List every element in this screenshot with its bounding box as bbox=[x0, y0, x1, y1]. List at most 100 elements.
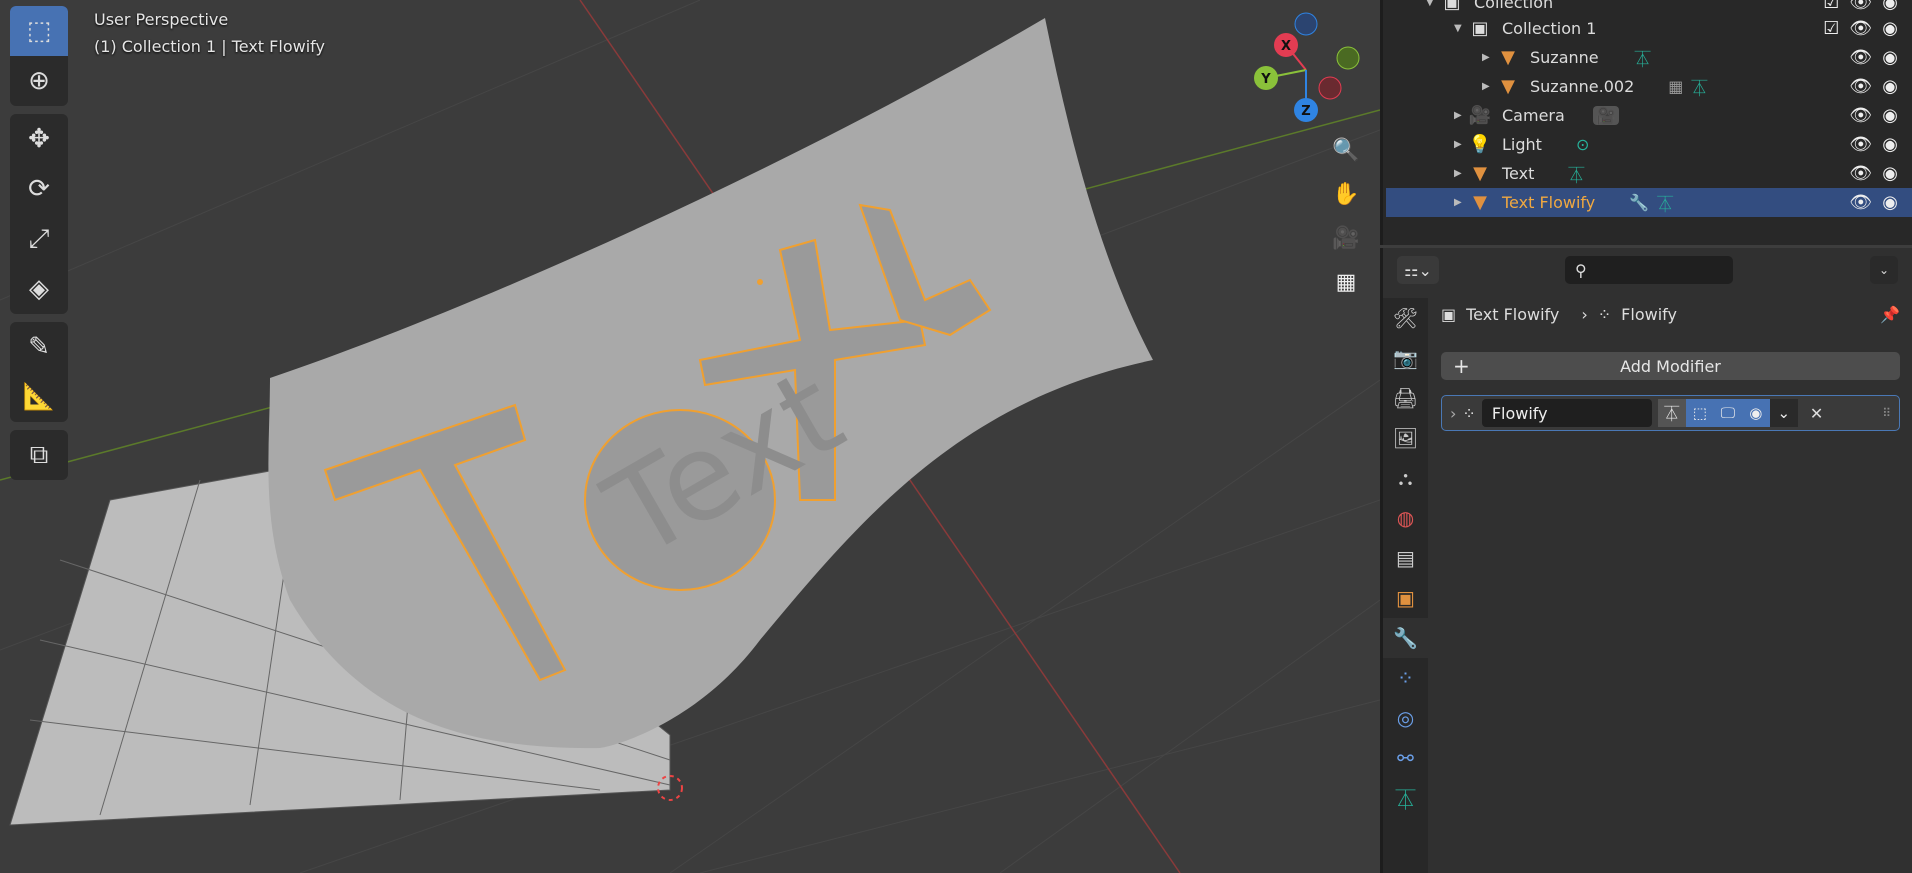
3d-viewport[interactable]: Text User Perspective (1) Collection 1 |… bbox=[0, 0, 1380, 873]
tab-output[interactable]: 🖨 bbox=[1383, 378, 1428, 418]
render-icon: 📷 bbox=[1393, 346, 1418, 370]
chevron-right-icon: › bbox=[1581, 304, 1588, 324]
mesh-data-icon[interactable]: ⏄ bbox=[1691, 75, 1707, 99]
outliner-row-collection-1[interactable]: ▼ ▣ Collection 1 ☑ 👁 ◉ bbox=[1386, 14, 1912, 43]
tab-collection[interactable]: ▤ bbox=[1383, 538, 1428, 578]
eye-icon[interactable]: 👁 bbox=[1849, 47, 1872, 68]
modifiers-icon[interactable]: ▦ bbox=[1668, 77, 1683, 96]
tab-physics[interactable]: ◎ bbox=[1383, 698, 1428, 738]
render-icon[interactable]: ◉ bbox=[1882, 192, 1898, 213]
eye-icon[interactable]: 👁 bbox=[1849, 76, 1872, 97]
mesh-data-icon[interactable]: ⏄ bbox=[1657, 191, 1673, 215]
render-icon[interactable]: ◉ bbox=[1882, 0, 1898, 13]
toggle-ortho-button[interactable]: ▦ bbox=[1326, 262, 1366, 302]
outliner-row-light[interactable]: ▶ 💡 Light ⊙ 👁 ◉ bbox=[1386, 130, 1912, 159]
camera-icon: 🎥 bbox=[1332, 225, 1360, 251]
render-icon[interactable]: ◉ bbox=[1882, 134, 1898, 155]
outliner-row-text[interactable]: ▶ ▼ Text ⏄ 👁 ◉ bbox=[1386, 159, 1912, 188]
cursor-tool[interactable]: ⊕ bbox=[10, 56, 68, 106]
move-tool[interactable]: ✥ bbox=[10, 114, 68, 164]
eye-icon[interactable]: 👁 bbox=[1849, 192, 1872, 213]
wrench-icon: 🔧 bbox=[1393, 626, 1418, 650]
constraint-icon: ⚯ bbox=[1397, 746, 1414, 770]
modifier-name-field[interactable]: Flowify bbox=[1481, 399, 1652, 427]
checkbox-icon[interactable]: ☑ bbox=[1823, 0, 1839, 13]
select-box-tool[interactable]: ⬚ bbox=[10, 6, 68, 56]
tab-render[interactable]: 📷 bbox=[1383, 338, 1428, 378]
tab-particles[interactable]: ⁘ bbox=[1383, 658, 1428, 698]
scale-icon: ⤢ bbox=[28, 223, 50, 254]
tab-tool[interactable]: 🛠 bbox=[1383, 298, 1428, 338]
editor-type-button[interactable]: ⚏⌄ bbox=[1397, 256, 1439, 284]
search-icon: ⚲ bbox=[1575, 260, 1587, 280]
render-icon[interactable]: ◉ bbox=[1882, 76, 1898, 97]
cube-add-icon: ⧉ bbox=[29, 439, 49, 470]
zoom-view-button[interactable]: 🔍 bbox=[1326, 130, 1366, 170]
add-modifier-button[interactable]: + Add Modifier bbox=[1441, 352, 1900, 380]
tab-world[interactable]: ◍ bbox=[1383, 498, 1428, 538]
render-icon[interactable]: ◉ bbox=[1882, 18, 1898, 39]
drag-handle-icon[interactable]: ⠿ bbox=[1882, 406, 1891, 420]
wrench-icon[interactable]: 🔧 bbox=[1629, 193, 1649, 212]
render-icon[interactable]: ◉ bbox=[1882, 105, 1898, 126]
row-label: Suzanne.002 bbox=[1530, 77, 1635, 96]
object-icon: ▣ bbox=[1396, 586, 1415, 610]
tab-view-layer[interactable]: 🖼 bbox=[1383, 418, 1428, 458]
checkbox-icon[interactable]: ☑ bbox=[1823, 18, 1839, 39]
camera-data-icon[interactable]: 🎥 bbox=[1592, 106, 1619, 125]
mesh-data-icon[interactable]: ⏄ bbox=[1635, 46, 1651, 70]
gizmo-y-label: Y bbox=[1260, 72, 1271, 87]
outliner-row-suzanne[interactable]: ▶ ▼ Suzanne ⏄ 👁 ◉ bbox=[1386, 43, 1912, 72]
outliner-row-suzanne-002[interactable]: ▶ ▼ Suzanne.002 ▦ ⏄ 👁 ◉ bbox=[1386, 72, 1912, 101]
navigation-gizmo[interactable]: X Y Z bbox=[1250, 10, 1360, 125]
physics-icon: ◎ bbox=[1396, 706, 1415, 730]
viewport-toggle[interactable]: 🖵 bbox=[1713, 399, 1742, 427]
tab-data[interactable]: ⏄ bbox=[1383, 778, 1428, 818]
transform-tool[interactable]: ◈ bbox=[10, 264, 68, 314]
printer-icon: 🖨 bbox=[1392, 386, 1419, 410]
pin-icon[interactable]: 📌 bbox=[1880, 305, 1900, 324]
scale-tool[interactable]: ⤢ bbox=[10, 214, 68, 264]
mesh-data-icon: ⏄ bbox=[1395, 787, 1416, 812]
view-perspective-label: User Perspective bbox=[94, 10, 229, 29]
eye-icon[interactable]: 👁 bbox=[1849, 134, 1872, 155]
properties-search-input[interactable]: ⚲ bbox=[1565, 256, 1733, 284]
modifier-menu-dropdown[interactable]: ⌄ bbox=[1769, 399, 1798, 427]
render-icon[interactable]: ◉ bbox=[1882, 163, 1898, 184]
eye-icon[interactable]: 👁 bbox=[1849, 0, 1872, 13]
mesh-data-icon[interactable]: ⏄ bbox=[1568, 162, 1584, 186]
camera-icon: ◉ bbox=[1749, 404, 1763, 422]
world-icon: ◍ bbox=[1396, 506, 1415, 530]
eye-icon[interactable]: 👁 bbox=[1849, 163, 1872, 184]
measure-tool[interactable]: 📐 bbox=[10, 372, 68, 422]
outliner-row-text-flowify[interactable]: ▶ ▼ Text Flowify 🔧 ⏄ 👁 ◉ bbox=[1386, 188, 1912, 217]
modifier-name: Flowify bbox=[1491, 403, 1548, 423]
tab-constraints[interactable]: ⚯ bbox=[1383, 738, 1428, 778]
options-dropdown[interactable]: ⌄ bbox=[1870, 256, 1898, 284]
camera-view-button[interactable]: 🎥 bbox=[1326, 218, 1366, 258]
tool-shelf: ⬚ ⊕ ✥ ⟳ ⤢ ◈ ✎ 📐 ⧉ bbox=[10, 6, 68, 488]
tab-modifiers[interactable]: 🔧 bbox=[1383, 618, 1428, 658]
zoom-icon: 🔍 bbox=[1332, 137, 1360, 163]
gizmo-x-label: X bbox=[1281, 39, 1291, 54]
add-cube-tool[interactable]: ⧉ bbox=[10, 430, 68, 480]
scene-icon: ⛬ bbox=[1398, 466, 1413, 490]
expand-chevron-icon[interactable]: › bbox=[1450, 404, 1456, 423]
render-toggle[interactable]: ◉ bbox=[1741, 399, 1770, 427]
pan-view-button[interactable]: ✋ bbox=[1326, 174, 1366, 214]
tab-object[interactable]: ▣ bbox=[1383, 578, 1428, 618]
outliner-row-camera[interactable]: ▶ 🎥 Camera 🎥 👁 ◉ bbox=[1386, 101, 1912, 130]
rotate-tool[interactable]: ⟳ bbox=[10, 164, 68, 214]
render-icon[interactable]: ◉ bbox=[1882, 47, 1898, 68]
view-context-label: (1) Collection 1 | Text Flowify bbox=[94, 37, 325, 56]
hand-icon: ✋ bbox=[1332, 181, 1360, 207]
annotate-tool[interactable]: ✎ bbox=[10, 322, 68, 372]
remove-modifier-icon[interactable]: ✕ bbox=[1810, 404, 1823, 423]
eye-icon[interactable]: 👁 bbox=[1849, 18, 1872, 39]
eye-icon[interactable]: 👁 bbox=[1849, 105, 1872, 126]
on-cage-toggle[interactable]: ⏄ bbox=[1657, 399, 1686, 427]
light-data-icon[interactable]: ⊙ bbox=[1576, 135, 1589, 154]
edit-mode-toggle[interactable]: ⬚ bbox=[1685, 399, 1714, 427]
row-label: Text Flowify bbox=[1502, 193, 1596, 212]
tab-scene[interactable]: ⛬ bbox=[1383, 458, 1428, 498]
